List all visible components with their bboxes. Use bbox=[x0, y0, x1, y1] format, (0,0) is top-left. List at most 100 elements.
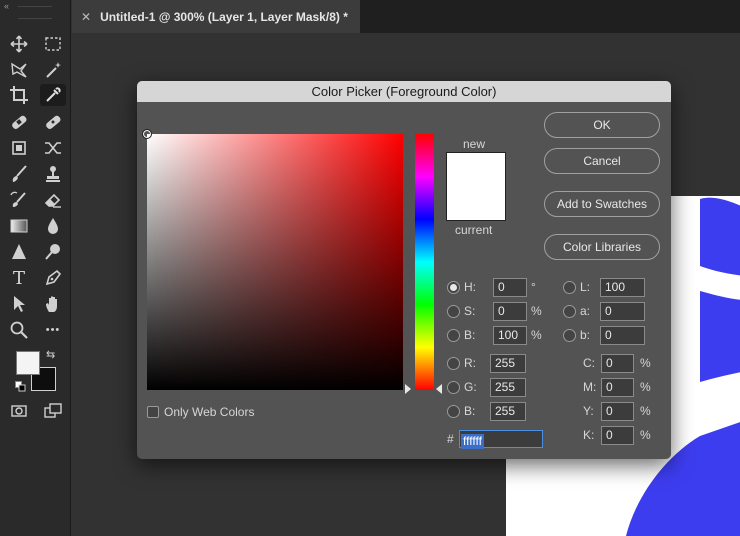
type-tool[interactable]: T bbox=[6, 267, 32, 289]
saturation-field[interactable]: 0 bbox=[493, 302, 527, 321]
crop-tool[interactable] bbox=[6, 84, 32, 106]
bandage-icon bbox=[12, 115, 27, 129]
pen-tool[interactable] bbox=[40, 267, 66, 289]
b-lab-label: b: bbox=[580, 328, 591, 342]
hue-field[interactable]: 0 bbox=[493, 278, 527, 297]
b-lab-field[interactable]: 0 bbox=[600, 326, 645, 345]
dodge-icon bbox=[45, 244, 60, 260]
document-tab[interactable]: ✕ Untitled-1 @ 300% (Layer 1, Layer Mask… bbox=[72, 0, 360, 33]
crop-icon bbox=[10, 86, 28, 104]
foreground-color-swatch[interactable] bbox=[16, 351, 40, 375]
more-icon: ••• bbox=[45, 324, 61, 336]
cyan-label: C: bbox=[583, 356, 595, 370]
panel-grip[interactable] bbox=[18, 6, 52, 19]
saturation-brightness-field[interactable] bbox=[142, 129, 403, 390]
blur-tool[interactable] bbox=[40, 215, 66, 237]
gradient-icon bbox=[10, 219, 28, 233]
blue-field[interactable]: 255 bbox=[490, 402, 526, 421]
cancel-button[interactable]: Cancel bbox=[544, 148, 660, 174]
brush-tool[interactable] bbox=[6, 163, 32, 185]
zoom-tool[interactable] bbox=[6, 319, 32, 341]
collapse-panel-icon[interactable]: « bbox=[4, 1, 9, 11]
screen-mode-tool[interactable] bbox=[40, 400, 66, 422]
green-field[interactable]: 255 bbox=[490, 378, 526, 397]
red-field[interactable]: 255 bbox=[490, 354, 526, 373]
brightness-label: B: bbox=[464, 328, 476, 342]
eyedropper-icon bbox=[46, 87, 61, 102]
lightness-field[interactable]: 100 bbox=[600, 278, 645, 297]
color-field-cursor[interactable] bbox=[142, 129, 152, 139]
cyan-field[interactable]: 0 bbox=[601, 354, 634, 373]
close-tab-icon[interactable]: ✕ bbox=[81, 10, 91, 24]
eyedropper-tool[interactable] bbox=[40, 84, 66, 106]
eraser-tool[interactable] bbox=[40, 189, 66, 211]
content-aware-icon bbox=[12, 141, 26, 155]
radio-green[interactable] bbox=[447, 381, 460, 394]
hue-slider[interactable] bbox=[415, 134, 434, 390]
hex-field[interactable]: ffffff bbox=[459, 430, 543, 449]
shuffle-tool[interactable] bbox=[40, 137, 66, 159]
patch-tool[interactable] bbox=[40, 111, 66, 133]
radio-b-lab[interactable] bbox=[563, 329, 576, 342]
brightness-field[interactable]: 100 bbox=[493, 326, 527, 345]
swap-colors-icon[interactable]: ⇆ bbox=[46, 348, 55, 361]
type-icon: T bbox=[12, 267, 25, 289]
key-field[interactable]: 0 bbox=[601, 426, 634, 445]
magenta-field[interactable]: 0 bbox=[601, 378, 634, 397]
radio-hue[interactable] bbox=[447, 281, 460, 294]
gradient-tool[interactable] bbox=[6, 215, 32, 237]
lasso-icon bbox=[11, 62, 27, 78]
saturation-label: S: bbox=[464, 304, 476, 318]
ok-button[interactable]: OK bbox=[544, 112, 660, 138]
magic-wand-tool[interactable] bbox=[40, 59, 66, 81]
dodge-tool[interactable] bbox=[40, 241, 66, 263]
move-tool[interactable] bbox=[6, 33, 32, 55]
radio-saturation[interactable] bbox=[447, 305, 460, 318]
percent-unit: % bbox=[640, 380, 651, 394]
dialog-title[interactable]: Color Picker (Foreground Color) bbox=[137, 81, 671, 102]
radio-a[interactable] bbox=[563, 305, 576, 318]
hand-icon bbox=[46, 296, 57, 312]
hand-tool[interactable] bbox=[40, 293, 66, 315]
only-web-colors-checkbox[interactable] bbox=[147, 406, 159, 418]
magenta-label: M: bbox=[583, 380, 597, 394]
percent-unit: % bbox=[531, 304, 542, 318]
radio-lightness[interactable] bbox=[563, 281, 576, 294]
hue-slider-handle-right[interactable] bbox=[436, 384, 442, 394]
add-to-swatches-button[interactable]: Add to Swatches bbox=[544, 191, 660, 217]
triangle-icon bbox=[12, 244, 26, 259]
hue-slider-handle-left[interactable] bbox=[405, 384, 411, 394]
pen-icon bbox=[45, 269, 62, 286]
sharpen-tool[interactable] bbox=[6, 241, 32, 263]
quick-mask-tool[interactable] bbox=[6, 400, 32, 422]
radio-red[interactable] bbox=[447, 357, 460, 370]
healing-tool[interactable] bbox=[6, 111, 32, 133]
new-color-swatch bbox=[446, 152, 506, 221]
shuffle-icon bbox=[45, 142, 61, 154]
quick-mask-icon bbox=[11, 405, 27, 417]
color-picker-dialog: Color Picker (Foreground Color) new curr… bbox=[137, 81, 671, 459]
color-libraries-button[interactable]: Color Libraries bbox=[544, 234, 660, 260]
radio-blue[interactable] bbox=[447, 405, 460, 418]
brush-icon bbox=[12, 165, 27, 182]
a-field[interactable]: 0 bbox=[600, 302, 645, 321]
tools-panel: « T ••• ⇆ bbox=[0, 0, 71, 536]
yellow-field[interactable]: 0 bbox=[601, 402, 634, 421]
history-brush-tool[interactable] bbox=[6, 189, 32, 211]
percent-unit: % bbox=[531, 328, 542, 342]
more-tools[interactable]: ••• bbox=[40, 319, 66, 341]
lasso-tool[interactable] bbox=[6, 59, 32, 81]
move-icon bbox=[10, 35, 28, 53]
green-label: G: bbox=[464, 380, 477, 394]
default-colors-icon[interactable] bbox=[15, 381, 26, 392]
lightness-label: L: bbox=[580, 280, 591, 294]
zoom-icon bbox=[10, 321, 28, 339]
path-select-tool[interactable] bbox=[6, 293, 32, 315]
degree-unit: ° bbox=[531, 280, 536, 294]
yellow-label: Y: bbox=[583, 404, 594, 418]
marquee-tool[interactable] bbox=[40, 33, 66, 55]
stamp-tool[interactable] bbox=[40, 163, 66, 185]
only-web-colors-label: Only Web Colors bbox=[164, 405, 255, 419]
content-aware-tool[interactable] bbox=[6, 137, 32, 159]
radio-brightness[interactable] bbox=[447, 329, 460, 342]
